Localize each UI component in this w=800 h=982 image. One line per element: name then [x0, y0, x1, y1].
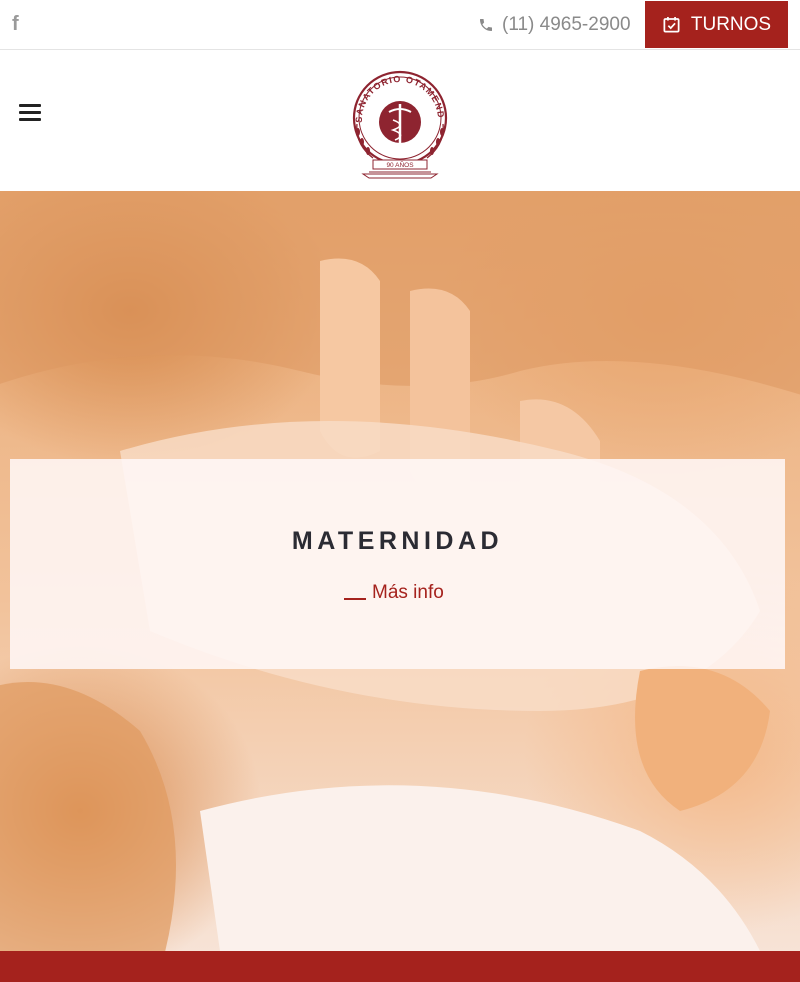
phone-link[interactable]: (11) 4965-2900	[478, 13, 631, 37]
facebook-icon[interactable]: f	[12, 12, 26, 36]
hero-overlay-card	[10, 459, 785, 669]
more-info-label: Más info	[372, 582, 444, 603]
logo-subtext: 90 AÑOS	[386, 160, 414, 169]
more-info-underline	[344, 598, 366, 600]
turnos-label: TURNOS	[690, 13, 772, 35]
top-bar: f (11) 4965-2900 TURNOS	[0, 0, 800, 50]
turnos-button[interactable]: TURNOS	[645, 1, 788, 48]
hero-title: MATERNIDAD	[291, 527, 504, 555]
logo[interactable]: SANATORIO OTAMENDI 90 AÑOS	[345, 62, 455, 180]
calendar-check-icon	[663, 16, 680, 33]
phone-number: (11) 4965-2900	[502, 14, 631, 35]
more-info-link[interactable]: Más info	[344, 580, 444, 604]
hamburger-icon[interactable]	[19, 104, 41, 122]
footer-bar	[0, 951, 800, 982]
phone-icon	[480, 19, 492, 31]
